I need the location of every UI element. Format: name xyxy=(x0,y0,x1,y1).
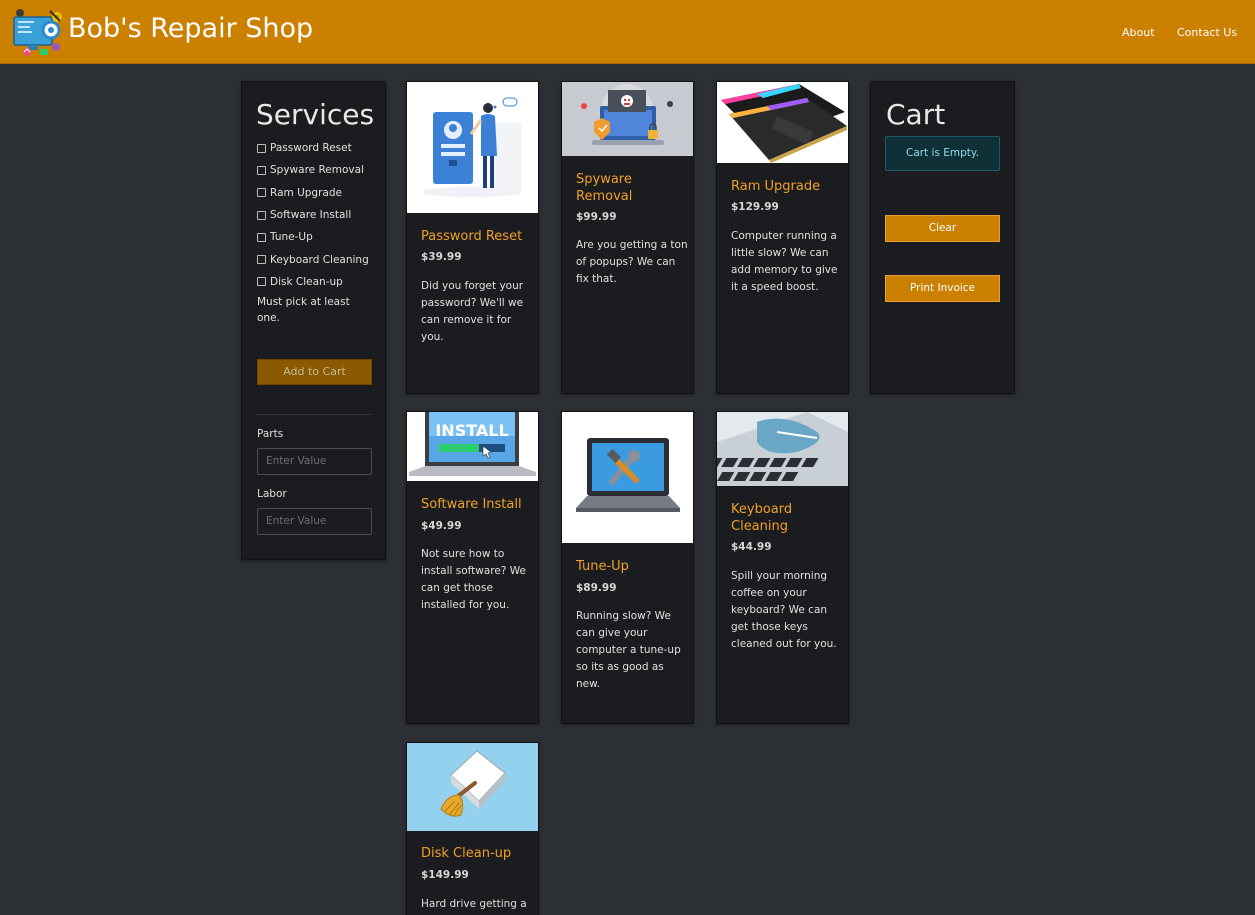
service-option-label: Keyboard Cleaning xyxy=(270,253,369,266)
product-title: Software Install xyxy=(421,497,522,512)
product-price: $44.99 xyxy=(731,541,772,553)
product-price: $149.99 xyxy=(421,869,469,881)
service-option-spyware-removal[interactable]: Spyware Removal xyxy=(257,159,369,181)
service-option-password-reset[interactable]: Password Reset xyxy=(257,137,369,159)
product-description: Hard drive getting a xyxy=(421,898,527,910)
services-panel: Services Password Reset Spyware Removal … xyxy=(241,81,386,560)
service-option-label: Tune-Up xyxy=(270,231,313,244)
product-title: Keyboard Cleaning xyxy=(731,502,793,534)
navbar: Bob's Repair Shop About Contact Us xyxy=(0,0,1255,64)
checkbox[interactable] xyxy=(257,232,266,242)
service-option-ram-upgrade[interactable]: Ram Upgrade xyxy=(257,182,369,204)
product-description: Did you forget your password? We'll we c… xyxy=(421,280,524,343)
cart-panel: Cart Cart is Empty. Clear Print Invoice xyxy=(870,81,1015,394)
divider xyxy=(257,414,372,415)
cart-heading: Cart xyxy=(886,98,946,131)
repair-shop-logo-icon[interactable] xyxy=(10,5,66,59)
checkbox[interactable] xyxy=(257,255,266,265)
svg-text:INSTALL: INSTALL xyxy=(435,421,508,440)
product-description: Spill your morning coffee on your keyboa… xyxy=(731,570,837,650)
service-option-disk-clean-up[interactable]: Disk Clean-up xyxy=(257,271,369,293)
install-laptop-image-icon: INSTALL xyxy=(407,412,538,481)
product-title: Disk Clean-up xyxy=(421,846,512,861)
product-title: Tune-Up xyxy=(576,559,629,574)
password-reset-illustration-icon xyxy=(407,82,538,213)
product-title: Password Reset xyxy=(421,229,523,244)
product-card-keyboard-cleaning[interactable]: Keyboard Cleaning $44.99 Spill your morn… xyxy=(716,411,849,724)
product-title: Spyware Removal xyxy=(576,172,633,204)
service-option-label: Password Reset xyxy=(270,142,352,155)
product-description: Are you getting a ton of popups? We can … xyxy=(576,239,688,285)
labor-label: Labor xyxy=(257,488,287,500)
service-option-label: Ram Upgrade xyxy=(270,186,342,199)
parts-label: Parts xyxy=(257,428,284,440)
product-title: Ram Upgrade xyxy=(731,179,821,194)
product-card-password-reset[interactable]: Password Reset $39.99 Did you forget you… xyxy=(406,81,539,394)
keyboard-cleaning-image-icon xyxy=(717,412,848,486)
tune-up-laptop-image-icon xyxy=(562,412,693,543)
product-card-ram-upgrade[interactable]: Ram Upgrade $129.99 Computer running a l… xyxy=(716,81,849,394)
product-card-spyware-removal[interactable]: Spyware Removal $99.99 Are you getting a… xyxy=(561,81,694,394)
product-description: Not sure how to install software? We can… xyxy=(421,548,526,611)
add-to-cart-button[interactable]: Add to Cart xyxy=(257,359,372,385)
services-checklist: Password Reset Spyware Removal Ram Upgra… xyxy=(257,137,369,293)
checkbox[interactable] xyxy=(257,188,266,198)
service-option-tune-up[interactable]: Tune-Up xyxy=(257,226,369,248)
checkbox[interactable] xyxy=(257,165,266,175)
service-option-keyboard-cleaning[interactable]: Keyboard Cleaning xyxy=(257,248,369,270)
validation-note: Must pick at least one. xyxy=(257,296,350,324)
product-description: Running slow? We can give your computer … xyxy=(576,610,681,690)
cart-empty-alert: Cart is Empty. xyxy=(885,136,1000,171)
checkbox[interactable] xyxy=(257,143,266,153)
disk-cleanup-icon xyxy=(407,743,538,831)
service-option-label: Spyware Removal xyxy=(270,164,364,177)
service-option-label: Software Install xyxy=(270,209,352,222)
product-card-disk-clean-up[interactable]: Disk Clean-up $149.99 Hard drive getting… xyxy=(406,742,539,915)
checkbox[interactable] xyxy=(257,210,266,220)
parts-input[interactable]: Enter Value xyxy=(257,448,372,475)
product-price: $49.99 xyxy=(421,520,462,532)
clear-cart-button[interactable]: Clear xyxy=(885,215,1000,242)
product-card-tune-up[interactable]: Tune-Up $89.99 Running slow? We can give… xyxy=(561,411,694,724)
spyware-laptop-image-icon xyxy=(562,82,693,156)
services-heading: Services xyxy=(256,98,375,131)
product-price: $99.99 xyxy=(576,211,617,223)
ram-sticks-image-icon xyxy=(717,82,848,163)
brand-title[interactable]: Bob's Repair Shop xyxy=(68,13,313,44)
print-invoice-button[interactable]: Print Invoice xyxy=(885,275,1000,302)
service-option-software-install[interactable]: Software Install xyxy=(257,204,369,226)
service-option-label: Disk Clean-up xyxy=(270,275,343,288)
checkbox[interactable] xyxy=(257,277,266,287)
labor-input[interactable]: Enter Value xyxy=(257,508,372,535)
product-price: $89.99 xyxy=(576,582,617,594)
product-price: $129.99 xyxy=(731,201,779,213)
product-description: Computer running a little slow? We can a… xyxy=(731,230,838,293)
nav-about-link[interactable]: About xyxy=(1122,26,1155,39)
product-card-software-install[interactable]: INSTALL Software Install $49.99 Not sure… xyxy=(406,411,539,724)
product-price: $39.99 xyxy=(421,251,462,263)
nav-contact-link[interactable]: Contact Us xyxy=(1177,26,1237,39)
